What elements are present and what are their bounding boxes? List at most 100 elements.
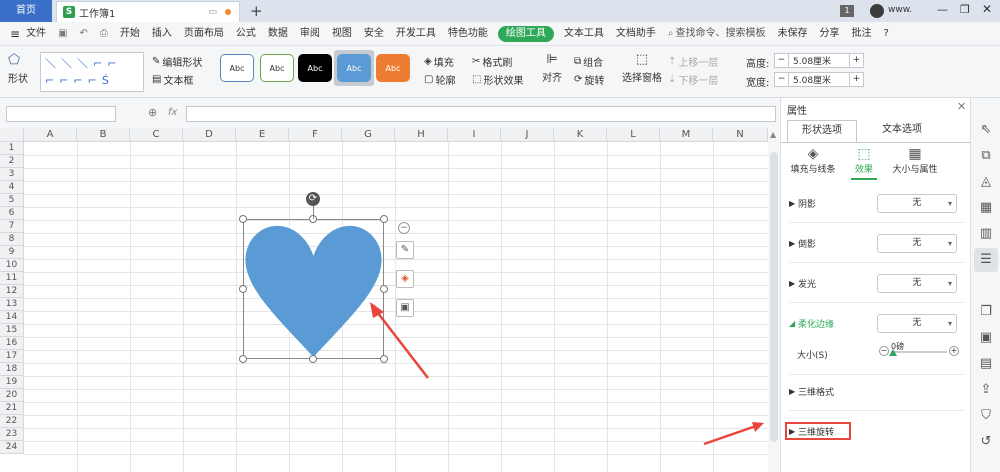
menu-item-home[interactable]: 开始 bbox=[114, 22, 146, 46]
row-header[interactable]: 7 bbox=[0, 220, 24, 233]
menu-item-insert[interactable]: 插入 bbox=[146, 22, 178, 46]
history-icon[interactable]: ↺ bbox=[978, 434, 994, 450]
menu-item-doc-assistant[interactable]: 文档助手 bbox=[610, 22, 662, 46]
comment-button[interactable]: 批注 bbox=[846, 22, 878, 46]
style-swatch-2[interactable]: Abc bbox=[260, 54, 294, 82]
scroll-thumb[interactable] bbox=[770, 152, 778, 442]
row-header[interactable]: 8 bbox=[0, 233, 24, 246]
up-layer-button[interactable]: ⇡ 上移一层 bbox=[668, 54, 718, 69]
outline-float-button[interactable]: ✎ bbox=[396, 241, 414, 259]
hamburger-icon[interactable]: ≡ bbox=[0, 22, 26, 46]
height-decrease[interactable]: − bbox=[775, 54, 789, 67]
pointer-icon[interactable]: ⇖ bbox=[978, 122, 994, 138]
outline-button[interactable]: ▢ 轮廓 bbox=[424, 72, 455, 87]
row-header[interactable]: 10 bbox=[0, 259, 24, 272]
panel-title[interactable]: 属性 bbox=[787, 102, 807, 117]
subtab-size-property[interactable]: ▦ 大小与属性 bbox=[887, 146, 943, 175]
undo-icon[interactable]: ↶ bbox=[74, 22, 94, 46]
align-button[interactable]: ⊫ 对齐 bbox=[542, 52, 562, 84]
shape-button[interactable]: ⬠ 形状 bbox=[8, 52, 28, 85]
menu-item-security[interactable]: 安全 bbox=[358, 22, 390, 46]
resize-handle-sw[interactable] bbox=[239, 355, 247, 363]
image-icon[interactable]: ▣ bbox=[978, 330, 994, 346]
height-increase[interactable]: + bbox=[849, 54, 863, 67]
search-command[interactable]: 查找命令、搜索模板 bbox=[674, 22, 772, 46]
row-header[interactable]: 24 bbox=[0, 441, 24, 454]
row-header[interactable]: 15 bbox=[0, 324, 24, 337]
document-tab[interactable]: S 工作簿1 ▭ bbox=[56, 1, 240, 22]
style-swatch-5[interactable]: Abc bbox=[376, 54, 410, 82]
print-icon[interactable]: ⎙ bbox=[94, 22, 114, 46]
share-button[interactable]: 分享 bbox=[814, 22, 846, 46]
row-header[interactable]: 22 bbox=[0, 415, 24, 428]
column-header[interactable]: B bbox=[77, 128, 130, 142]
column-header[interactable]: L bbox=[607, 128, 660, 142]
shape-gallery[interactable]: ＼＼＼⌐⌐ ⌐⌐⌐⌐Ś bbox=[40, 52, 144, 92]
grid-icon[interactable]: ▦ bbox=[978, 200, 994, 216]
row-header[interactable]: 17 bbox=[0, 350, 24, 363]
unsaved-status[interactable]: 未保存 bbox=[772, 22, 814, 46]
fx-label[interactable]: fx bbox=[168, 107, 177, 118]
column-header[interactable]: G bbox=[342, 128, 395, 142]
home-tab[interactable]: 首页 bbox=[0, 0, 52, 22]
width-increase[interactable]: + bbox=[849, 73, 863, 86]
column-header[interactable]: H bbox=[395, 128, 448, 142]
width-value[interactable]: 5.08厘米 bbox=[789, 73, 849, 86]
menu-file[interactable]: 文件 bbox=[26, 22, 52, 46]
spreadsheet-grid[interactable]: A B C D E F G H I J K L M N 1 2 3 4 5 6 … bbox=[0, 128, 768, 472]
resize-handle-ne[interactable] bbox=[380, 215, 388, 223]
collapse-icon[interactable]: − bbox=[398, 222, 410, 234]
copy-icon[interactable]: ❐ bbox=[978, 304, 994, 320]
fill-float-button[interactable]: ◈ bbox=[396, 270, 414, 288]
shadow-dropdown[interactable]: 无 bbox=[877, 194, 957, 213]
select-pane-button[interactable]: ⬚ 选择窗格 bbox=[622, 52, 662, 84]
formula-input[interactable] bbox=[186, 106, 776, 122]
page-badge[interactable]: 1 bbox=[840, 5, 854, 17]
fill-color-icon[interactable]: ◬ bbox=[978, 174, 994, 190]
properties-icon[interactable]: ☰ bbox=[978, 252, 994, 268]
slider-increase-icon[interactable]: + bbox=[949, 346, 959, 356]
soft-edge-dropdown[interactable]: 无 bbox=[877, 314, 957, 333]
edit-shape-button[interactable]: ✎ 编辑形状 bbox=[152, 54, 202, 69]
new-tab-button[interactable]: + bbox=[250, 2, 263, 20]
subtab-effect[interactable]: ⬚ 效果 bbox=[847, 146, 881, 175]
row-header[interactable]: 20 bbox=[0, 389, 24, 402]
resize-handle-s[interactable] bbox=[309, 355, 317, 363]
row-header[interactable]: 23 bbox=[0, 428, 24, 441]
zoom-icon[interactable]: ⊕ bbox=[148, 106, 157, 119]
menu-item-drawing-tools[interactable]: 绘图工具 bbox=[497, 25, 554, 42]
row-header[interactable]: 12 bbox=[0, 285, 24, 298]
row-header[interactable]: 18 bbox=[0, 363, 24, 376]
resize-handle-e[interactable] bbox=[380, 285, 388, 293]
width-decrease[interactable]: − bbox=[775, 73, 789, 86]
maximize-icon[interactable]: ❐ bbox=[960, 3, 970, 16]
group-button[interactable]: ⧉ 组合 bbox=[574, 54, 603, 69]
format-brush-button[interactable]: ✂ 格式刷 bbox=[472, 54, 512, 69]
subtab-fill-line[interactable]: ◈ 填充与线条 bbox=[785, 146, 841, 175]
section-3d-format[interactable]: ▶ 三维格式 bbox=[789, 380, 965, 402]
shapes-icon[interactable]: ⧉ bbox=[978, 148, 994, 164]
scroll-up-icon[interactable]: ▲ bbox=[770, 130, 776, 139]
close-icon[interactable]: ✕ bbox=[982, 2, 992, 16]
resize-handle-w[interactable] bbox=[239, 285, 247, 293]
rotate-button[interactable]: ⟳ 旋转 bbox=[574, 72, 604, 87]
menu-item-layout[interactable]: 页面布局 bbox=[178, 22, 230, 46]
row-header[interactable]: 13 bbox=[0, 298, 24, 311]
template-icon[interactable]: ▤ bbox=[978, 356, 994, 372]
rotate-handle-icon[interactable]: ⟳ bbox=[306, 192, 320, 206]
column-header[interactable]: D bbox=[183, 128, 236, 142]
row-header[interactable]: 1 bbox=[0, 142, 24, 155]
width-field[interactable]: − 5.08厘米 + bbox=[774, 72, 864, 87]
minimize-icon[interactable]: — bbox=[937, 3, 948, 16]
row-header[interactable]: 9 bbox=[0, 246, 24, 259]
column-header[interactable]: I bbox=[448, 128, 501, 142]
avatar[interactable] bbox=[870, 4, 884, 18]
slider-decrease-icon[interactable]: − bbox=[879, 346, 889, 356]
select-all-corner[interactable] bbox=[0, 128, 24, 142]
shield-icon[interactable]: ⛉ bbox=[978, 408, 994, 424]
slider-track[interactable] bbox=[891, 351, 947, 353]
resize-handle-nw[interactable] bbox=[239, 215, 247, 223]
shape-effect-button[interactable]: ⬚ 形状效果 bbox=[472, 72, 523, 87]
tab-shape-options[interactable]: 形状选项 bbox=[787, 120, 857, 142]
chart-icon[interactable]: ▥ bbox=[978, 226, 994, 242]
